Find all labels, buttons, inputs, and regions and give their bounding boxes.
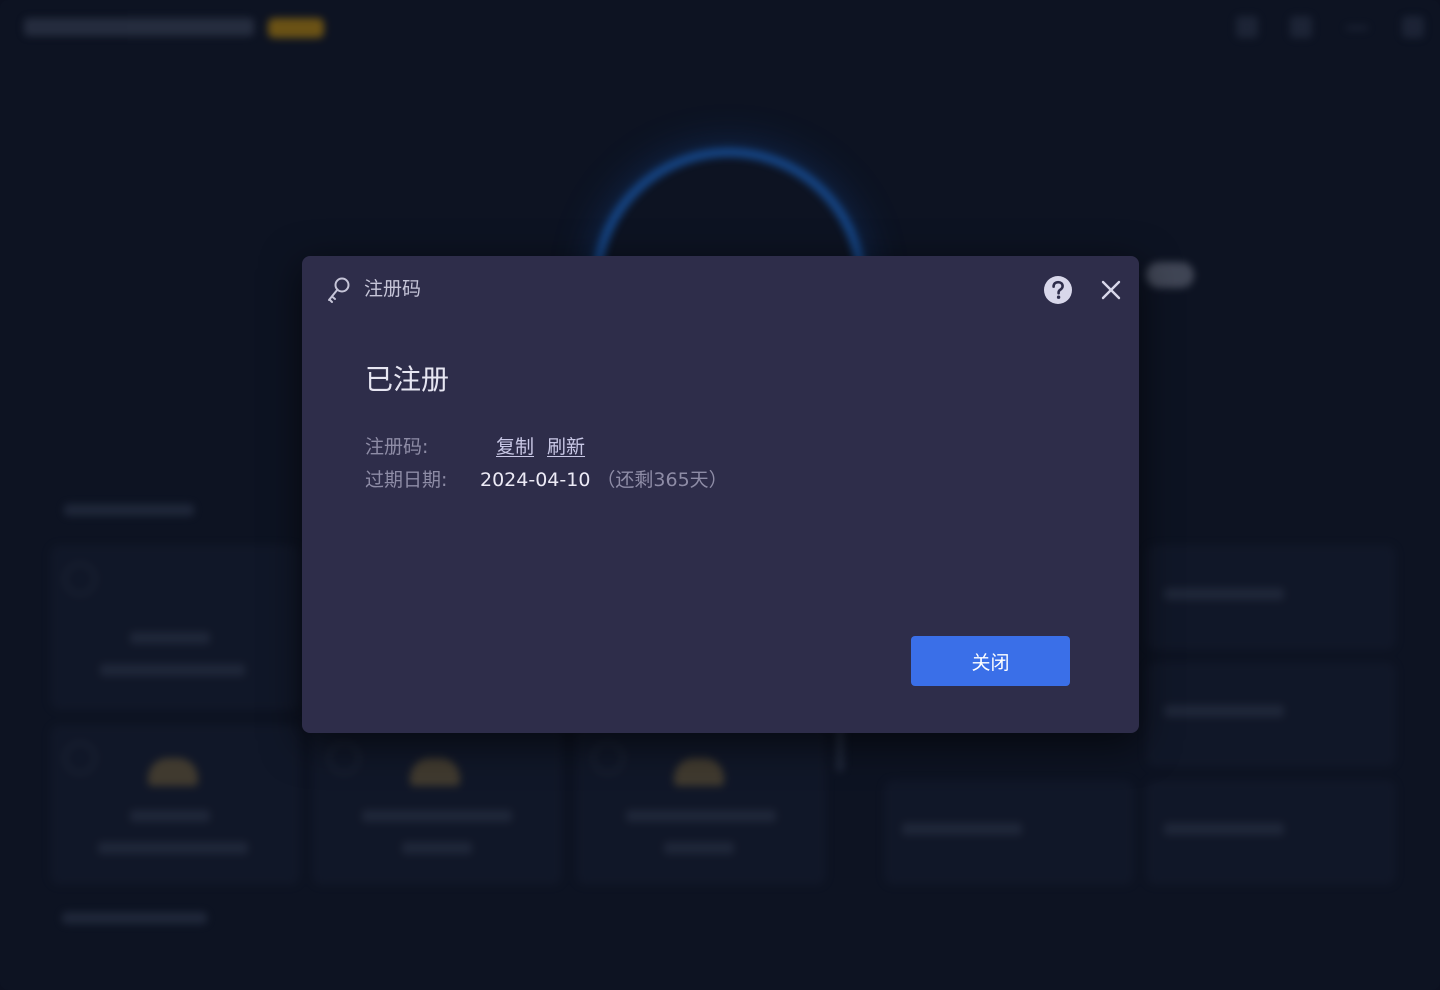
background-window-control [1346, 26, 1368, 30]
background-card-text [100, 664, 245, 676]
background-card-icon [328, 742, 360, 774]
background-pro-badge [268, 18, 324, 38]
background-app-title [24, 18, 254, 36]
registration-code-label: 注册码: [365, 436, 429, 458]
background-card-text [402, 842, 472, 854]
background-window-control [1236, 16, 1258, 38]
refresh-link[interactable]: 刷新 [547, 434, 585, 460]
close-dialog-button[interactable]: 关闭 [911, 636, 1070, 686]
expiry-date: 2024-04-10 [480, 469, 591, 491]
background-card-text [1164, 588, 1284, 600]
help-icon[interactable] [1043, 275, 1073, 305]
background-card-icon [64, 742, 96, 774]
close-icon[interactable] [1098, 277, 1124, 303]
background-window-control [1290, 16, 1312, 38]
background-card-text [626, 810, 776, 822]
expiry-row: 过期日期: 2024-04-10 （还剩365天） [365, 467, 728, 493]
registration-dialog: 注册码 已注册 注册码: 复制 刷新 过期日期: 2024-04-10 （还剩365天）… [302, 256, 1139, 733]
background-card-text [362, 810, 512, 822]
background-footer-text [62, 912, 207, 924]
app-window: 注册码 已注册 注册码: 复制 刷新 过期日期: 2024-04-10 （还剩365天）… [0, 0, 1440, 990]
background-car-icon [410, 758, 460, 786]
background-car-icon [148, 758, 198, 786]
background-card-text [1164, 705, 1284, 717]
background-card-icon [592, 742, 624, 774]
registration-status: 已注册 [365, 363, 450, 396]
background-card-text [130, 810, 210, 822]
background-card-text [130, 632, 210, 644]
background-card-text [902, 823, 1022, 835]
background-card-text [664, 842, 734, 854]
key-icon [328, 277, 350, 303]
registration-code-row: 注册码: 复制 刷新 [365, 434, 585, 460]
background-toggle [1146, 262, 1194, 288]
background-card-text [1164, 823, 1284, 835]
background-section-label [64, 504, 194, 516]
expiry-label: 过期日期: [365, 469, 448, 491]
days-remaining: （还剩365天） [596, 469, 728, 491]
dialog-title: 注册码 [364, 278, 422, 300]
background-card-icon [64, 563, 96, 595]
copy-link[interactable]: 复制 [496, 434, 534, 460]
background-car-icon [674, 758, 724, 786]
dialog-header: 注册码 [302, 256, 1139, 322]
background-card-text [98, 842, 248, 854]
background-titlebar [0, 0, 1440, 56]
background-window-control [1402, 16, 1424, 38]
